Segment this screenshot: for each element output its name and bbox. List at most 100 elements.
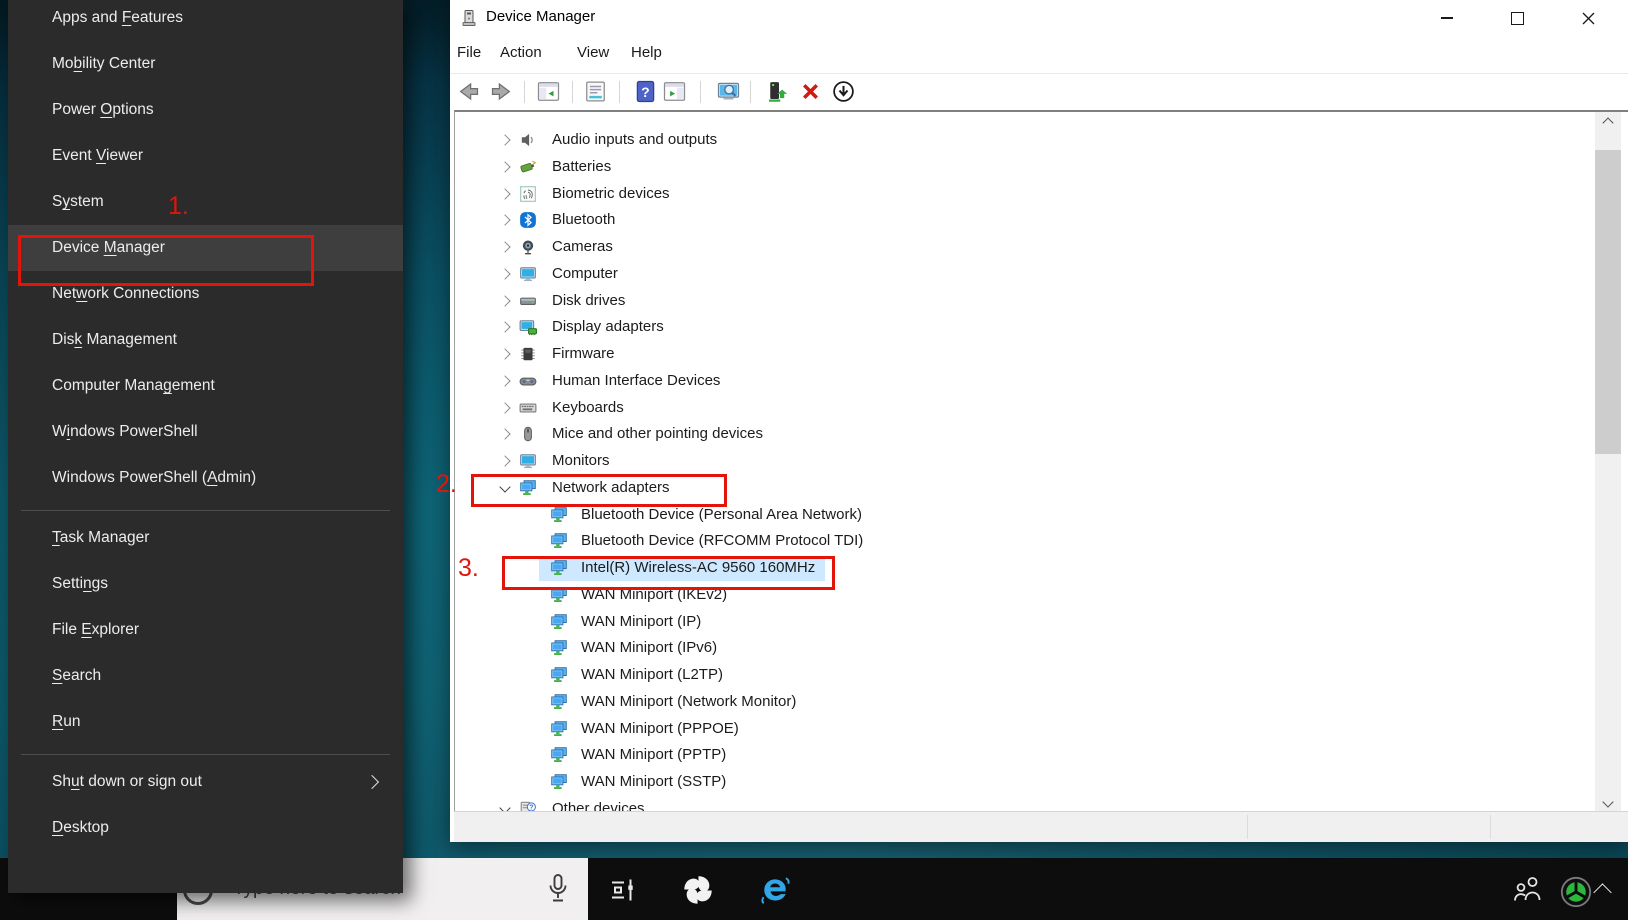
expand-chevron-icon[interactable]: [499, 241, 510, 252]
update-driver-button[interactable]: [762, 77, 790, 105]
tree-item-computer[interactable]: Computer: [455, 261, 1628, 288]
camera-device-icon: [519, 238, 537, 256]
menu-item-desktop[interactable]: Desktop: [8, 805, 403, 851]
microphone-icon[interactable]: [545, 872, 571, 906]
tree-item-bluetooth-device-rfcomm-protocol-tdi[interactable]: Bluetooth Device (RFCOMM Protocol TDI): [455, 528, 1628, 555]
expand-chevron-icon[interactable]: [499, 268, 510, 279]
tree-item-wan-miniport-pptp[interactable]: WAN Miniport (PPTP): [455, 742, 1628, 769]
expand-chevron-icon[interactable]: [499, 215, 510, 226]
menu-item-settings[interactable]: Settings: [8, 561, 403, 607]
tree-item-network-adapters[interactable]: Network adapters: [455, 475, 1628, 502]
menu-item-task-manager[interactable]: Task Manager: [8, 515, 403, 561]
collapse-chevron-icon[interactable]: [499, 481, 510, 492]
tree-item-other-devices[interactable]: ?Other devices: [455, 796, 1628, 812]
green-fan-tray-icon[interactable]: [1558, 874, 1594, 910]
tree-item-wan-miniport-ikev2[interactable]: WAN Miniport (IKEv2): [455, 582, 1628, 609]
tree-item-keyboards[interactable]: Keyboards: [455, 395, 1628, 422]
expand-chevron-icon[interactable]: [499, 375, 510, 386]
console-tree-button[interactable]: [534, 77, 562, 105]
tree-item-human-interface-devices[interactable]: Human Interface Devices: [455, 368, 1628, 395]
disable-button[interactable]: [829, 77, 857, 105]
help-button[interactable]: ?: [631, 77, 659, 105]
menu-item-disk-management[interactable]: Disk Management: [8, 317, 403, 363]
tree-item-audio-inputs-and-outputs[interactable]: Audio inputs and outputs: [455, 127, 1628, 154]
expand-chevron-icon[interactable]: [499, 455, 510, 466]
menu-item-apps-and-features[interactable]: Apps and Features: [8, 0, 403, 41]
expand-chevron-icon[interactable]: [499, 295, 510, 306]
close-button[interactable]: [1565, 0, 1611, 36]
menu-item-shut-down-or-sign-out[interactable]: Shut down or sign out: [8, 759, 403, 805]
task-view-button[interactable]: [606, 872, 642, 908]
menu-item-windows-powershell[interactable]: Windows PowerShell: [8, 409, 403, 455]
menu-item-mobility-center[interactable]: Mobility Center: [8, 41, 403, 87]
menu-item-windows-powershell-admin[interactable]: Windows PowerShell (Admin): [8, 455, 403, 501]
menubar-item-help[interactable]: Help: [631, 44, 662, 61]
net-device-icon: [550, 532, 568, 550]
tree-item-wan-miniport-sstp[interactable]: WAN Miniport (SSTP): [455, 769, 1628, 796]
scan-button[interactable]: [714, 77, 742, 105]
tree-item-bluetooth[interactable]: Bluetooth: [455, 207, 1628, 234]
tree-item-biometric-devices[interactable]: Biometric devices: [455, 181, 1628, 208]
tree-item-monitors[interactable]: Monitors: [455, 448, 1628, 475]
menu-item-label: Task Manager: [52, 529, 149, 547]
tree-item-disk-drives[interactable]: Disk drives: [455, 288, 1628, 315]
net-device-icon: [550, 720, 568, 738]
tree-item-label: Mice and other pointing devices: [552, 425, 763, 442]
expand-chevron-icon[interactable]: [499, 161, 510, 172]
minimize-icon: [1441, 17, 1453, 18]
expand-chevron-icon[interactable]: [499, 322, 510, 333]
expand-chevron-icon[interactable]: [499, 188, 510, 199]
tree-item-label: Biometric devices: [552, 185, 670, 202]
back-button[interactable]: [453, 77, 481, 105]
menu-item-event-viewer[interactable]: Event Viewer: [8, 133, 403, 179]
properties-button[interactable]: [581, 77, 609, 105]
maximize-button[interactable]: [1494, 0, 1540, 36]
menu-item-run[interactable]: Run: [8, 699, 403, 745]
toolbar-separator: [619, 81, 620, 103]
show-hidden-icons-chevron[interactable]: [1593, 883, 1611, 901]
tree-item-firmware[interactable]: Firmware: [455, 341, 1628, 368]
tree-item-label: WAN Miniport (PPPOE): [581, 720, 739, 737]
tree-item-bluetooth-device-personal-area-network[interactable]: Bluetooth Device (Personal Area Network): [455, 502, 1628, 529]
menu-item-label: Search: [52, 667, 101, 685]
tree-item-batteries[interactable]: Batteries: [455, 154, 1628, 181]
menu-item-system[interactable]: System: [8, 179, 403, 225]
menu-item-network-connections[interactable]: Network Connections: [8, 271, 403, 317]
fan-swirl-app-icon[interactable]: [680, 872, 716, 908]
menubar-item-view[interactable]: View: [577, 44, 609, 61]
net-device-icon: [550, 666, 568, 684]
tree-item-wan-miniport-pppoe[interactable]: WAN Miniport (PPPOE): [455, 716, 1628, 743]
uninstall-button[interactable]: [796, 77, 824, 105]
tree-item-intel-r-wireless-ac-9560-160mhz[interactable]: Intel(R) Wireless-AC 9560 160MHz: [455, 555, 1628, 582]
tree-item-cameras[interactable]: Cameras: [455, 234, 1628, 261]
expand-chevron-icon[interactable]: [499, 348, 510, 359]
tree-item-wan-miniport-ip[interactable]: WAN Miniport (IP): [455, 609, 1628, 636]
menubar-item-file[interactable]: File: [457, 44, 481, 61]
chevron-up-icon: [1602, 117, 1613, 128]
menu-item-device-manager[interactable]: Device Manager: [8, 225, 403, 271]
action-pane-button[interactable]: [660, 77, 688, 105]
tree-item-wan-miniport-network-monitor[interactable]: WAN Miniport (Network Monitor): [455, 689, 1628, 716]
tree-item-display-adapters[interactable]: Display adapters: [455, 314, 1628, 341]
menu-item-label: Event Viewer: [52, 147, 143, 165]
vertical-scrollbar[interactable]: [1595, 112, 1621, 812]
tree-item-mice-and-other-pointing-devices[interactable]: Mice and other pointing devices: [455, 421, 1628, 448]
expand-chevron-icon[interactable]: [499, 429, 510, 440]
tree-item-wan-miniport-ipv6[interactable]: WAN Miniport (IPv6): [455, 635, 1628, 662]
internet-explorer-icon[interactable]: [757, 872, 793, 908]
menu-item-search[interactable]: Search: [8, 653, 403, 699]
tree-item-wan-miniport-l2tp[interactable]: WAN Miniport (L2TP): [455, 662, 1628, 689]
scroll-up-arrow[interactable]: [1595, 112, 1621, 129]
scroll-down-arrow[interactable]: [1595, 795, 1621, 812]
menu-item-computer-management[interactable]: Computer Management: [8, 363, 403, 409]
expand-chevron-icon[interactable]: [499, 134, 510, 145]
menu-item-power-options[interactable]: Power Options: [8, 87, 403, 133]
net-device-icon: [550, 639, 568, 657]
scrollbar-thumb[interactable]: [1595, 150, 1621, 454]
menu-item-file-explorer[interactable]: File Explorer: [8, 607, 403, 653]
forward-button[interactable]: [488, 77, 516, 105]
minimize-button[interactable]: [1424, 0, 1470, 36]
expand-chevron-icon[interactable]: [499, 402, 510, 413]
people-icon[interactable]: [1510, 872, 1546, 908]
menubar-item-action[interactable]: Action: [500, 44, 542, 61]
